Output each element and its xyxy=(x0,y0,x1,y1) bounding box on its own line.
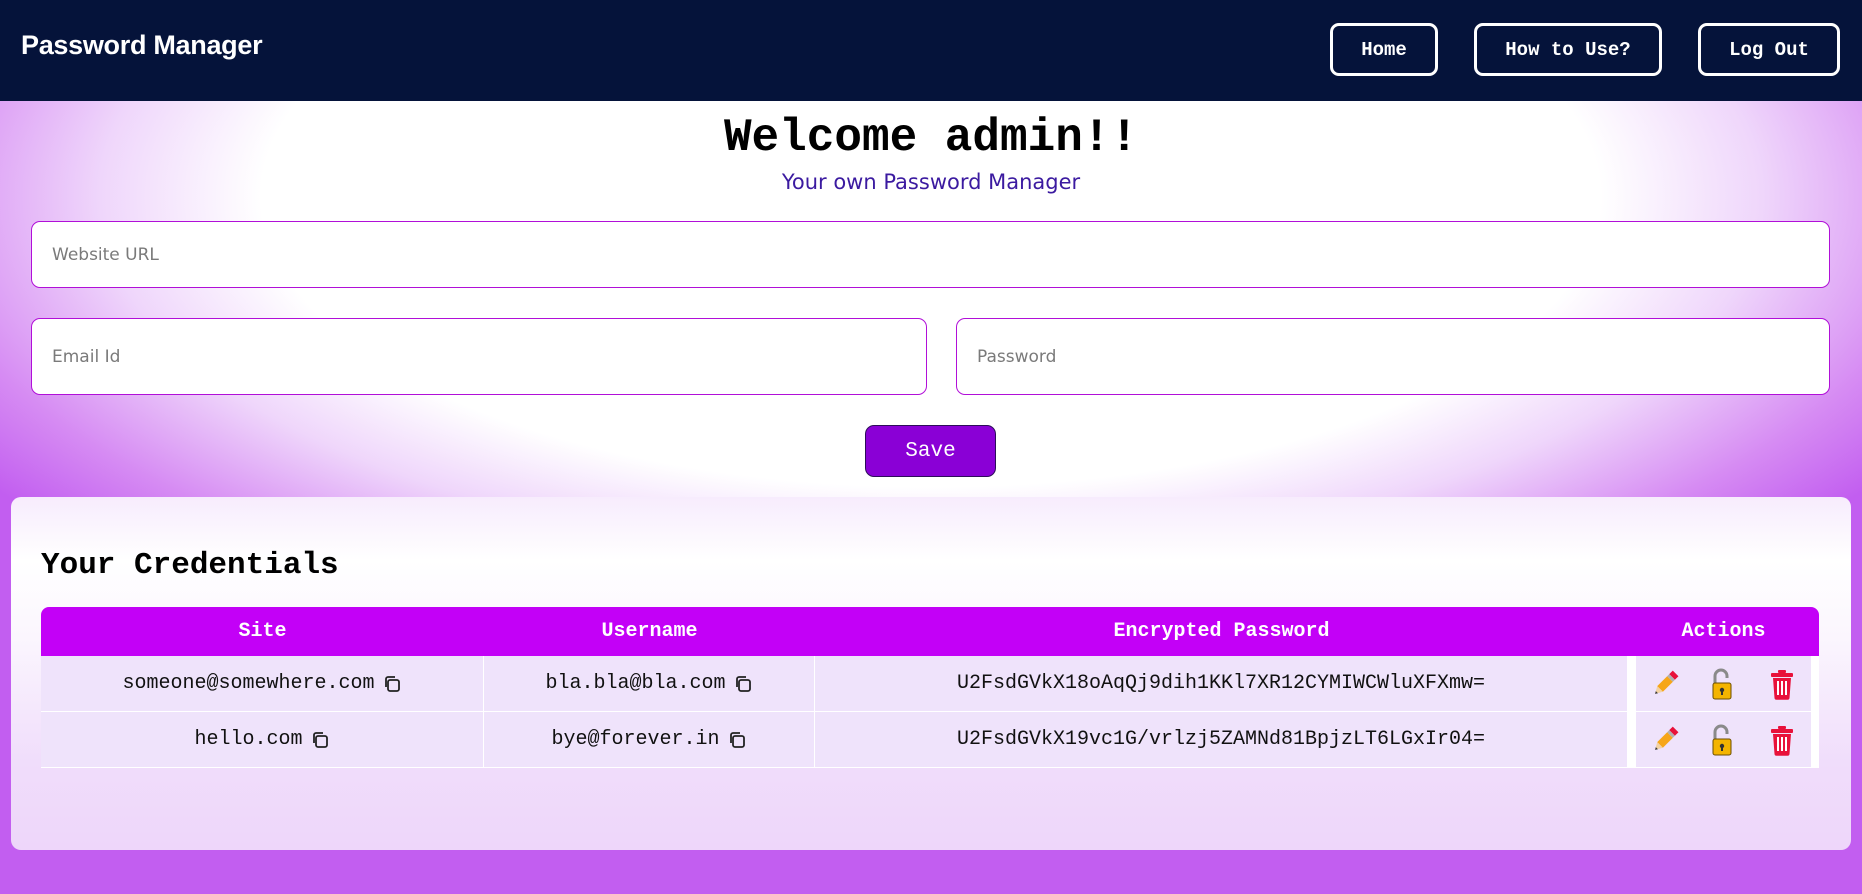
username-cell: bye@forever.in xyxy=(484,712,815,768)
unlock-icon[interactable] xyxy=(1705,720,1741,760)
pencil-icon[interactable] xyxy=(1647,664,1683,704)
encrypted-password-cell: U2FsdGVkX18oAqQj9dih1KKl7XR12CYMIWCWluXF… xyxy=(815,656,1628,712)
column-header-encrypted-password: Encrypted Password xyxy=(1113,620,1330,643)
site-cell: someone@somewhere.com xyxy=(41,656,484,712)
trash-icon[interactable] xyxy=(1764,664,1800,704)
username-text: bla.bla@bla.com xyxy=(545,672,726,695)
username-text: bye@forever.in xyxy=(551,728,720,751)
copy-icon[interactable] xyxy=(727,730,747,750)
site-text: someone@somewhere.com xyxy=(122,672,375,695)
trash-icon[interactable] xyxy=(1764,720,1800,760)
encrypted-password-text: U2FsdGVkX19vc1G/vrlzj5ZAMNd81BpjzLT6LGxI… xyxy=(956,728,1486,751)
actions-cell xyxy=(1628,712,1819,768)
welcome-heading: Welcome admin!! xyxy=(723,112,1139,164)
credentials-table: Site Username Encrypted Password Actions… xyxy=(41,607,1819,768)
site-text: hello.com xyxy=(194,728,303,751)
unlock-icon[interactable] xyxy=(1705,664,1741,704)
column-header-username: Username xyxy=(601,620,698,643)
page-subtitle: Your own Password Manager xyxy=(781,170,1081,194)
column-header-site: Site xyxy=(238,620,287,643)
email-id-input[interactable] xyxy=(31,318,927,395)
column-header-actions: Actions xyxy=(1681,620,1766,643)
navbar: Password Manager Home How to Use? Log Ou… xyxy=(0,0,1862,101)
table-header: Site Username Encrypted Password Actions xyxy=(41,607,1819,656)
table-row: hello.com bye@forever.in U2FsdGVkX19vc1G… xyxy=(41,712,1819,768)
website-url-input[interactable] xyxy=(31,221,1830,288)
encrypted-password-cell: U2FsdGVkX19vc1G/vrlzj5ZAMNd81BpjzLT6LGxI… xyxy=(815,712,1628,768)
copy-icon[interactable] xyxy=(382,674,402,694)
site-cell: hello.com xyxy=(41,712,484,768)
home-button[interactable]: Home xyxy=(1330,23,1438,76)
table-row: someone@somewhere.com bla.bla@bla.com U2… xyxy=(41,656,1819,712)
encrypted-password-text: U2FsdGVkX18oAqQj9dih1KKl7XR12CYMIWCWluXF… xyxy=(956,672,1486,695)
copy-icon[interactable] xyxy=(733,674,753,694)
pencil-icon[interactable] xyxy=(1647,720,1683,760)
how-to-use-button[interactable]: How to Use? xyxy=(1474,23,1662,76)
username-cell: bla.bla@bla.com xyxy=(484,656,815,712)
password-input[interactable] xyxy=(956,318,1830,395)
brand-title: Password Manager xyxy=(21,30,263,60)
actions-cell xyxy=(1628,656,1819,712)
copy-icon[interactable] xyxy=(310,730,330,750)
save-button[interactable]: Save xyxy=(865,425,996,477)
logout-button[interactable]: Log Out xyxy=(1698,23,1840,76)
credentials-title: Your Credentials xyxy=(41,548,339,583)
